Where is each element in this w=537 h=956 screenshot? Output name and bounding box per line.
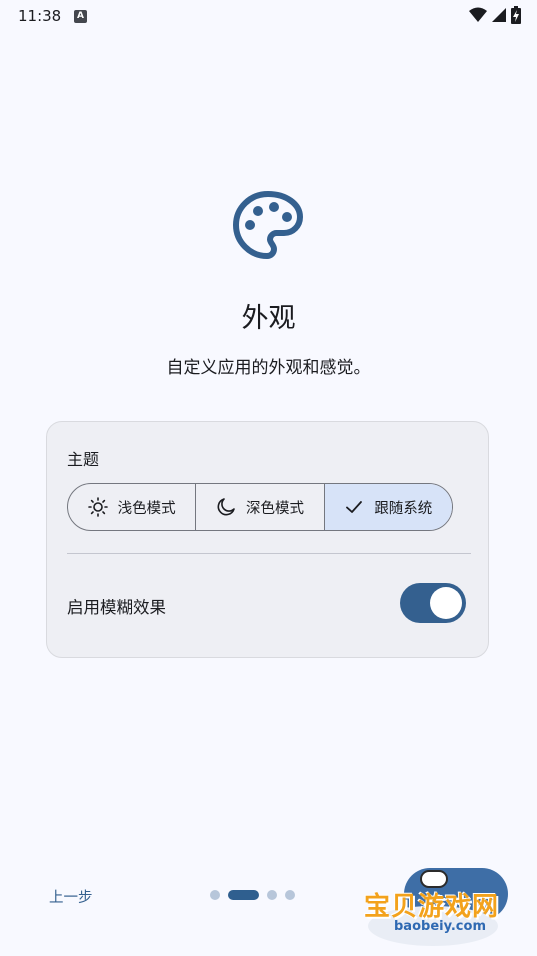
watermark-text: 宝贝游戏网 (364, 892, 500, 922)
signal-icon (492, 8, 506, 22)
watermark-sub: baobeiy.com (394, 919, 486, 934)
blur-effect-switch[interactable] (400, 583, 466, 623)
theme-option-system[interactable]: 跟随系统 (324, 484, 452, 530)
card-divider (67, 553, 471, 554)
moon-icon (217, 498, 235, 516)
status-bar: 11:38 A (0, 0, 537, 32)
blur-effect-label: 启用模糊效果 (67, 598, 166, 617)
sun-icon (87, 497, 108, 517)
theme-option-light-label: 浅色模式 (117, 500, 176, 517)
battery-icon (511, 6, 521, 24)
back-button[interactable]: 上一步 (49, 886, 93, 907)
status-time: 11:38 (18, 7, 62, 25)
check-icon (346, 501, 363, 513)
wifi-icon (469, 7, 487, 22)
page-indicator (210, 890, 295, 900)
page-dot (285, 890, 295, 900)
watermark-logo: 宝贝游戏网 baobeiy.com (364, 862, 514, 952)
page-dot-active (228, 890, 259, 900)
theme-card: 主题 浅色模式 深色模式 跟随系统 启用模糊效果 (46, 421, 489, 658)
page-title: 外观 (241, 303, 296, 334)
theme-option-dark[interactable]: 深色模式 (196, 484, 325, 530)
palette-icon (233, 191, 303, 259)
theme-segmented-control: 浅色模式 深色模式 跟随系统 (67, 483, 453, 531)
theme-label: 主题 (67, 450, 100, 469)
switch-knob (430, 587, 462, 619)
theme-option-dark-label: 深色模式 (245, 500, 304, 517)
system-icons (469, 6, 521, 24)
theme-option-system-label: 跟随系统 (374, 500, 433, 517)
a-icon: A (74, 10, 87, 23)
page-dot (267, 890, 277, 900)
page-dot (210, 890, 220, 900)
page-subtitle: 自定义应用的外观和感觉。 (166, 358, 371, 378)
theme-option-light[interactable]: 浅色模式 (68, 484, 197, 530)
